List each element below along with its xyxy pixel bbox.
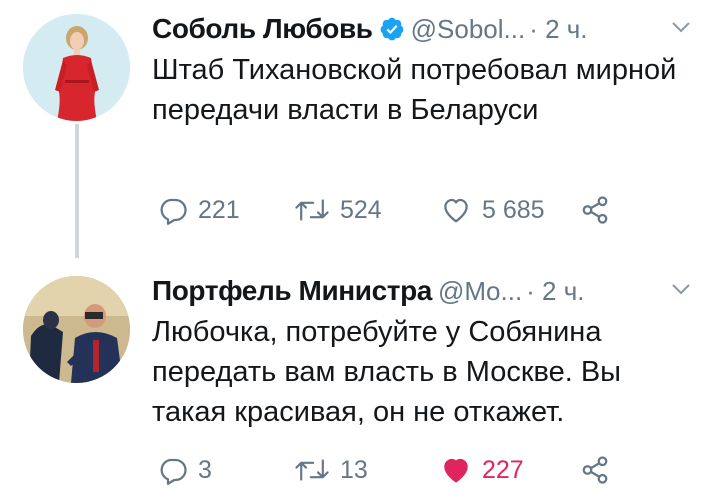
share-icon — [580, 195, 610, 225]
avatar[interactable] — [23, 14, 130, 121]
tweet-actions: 3 13 227 — [152, 450, 632, 490]
author-handle[interactable]: @Sobol... — [411, 14, 526, 45]
tweet[interactable]: Соболь Любовь @Sobol... · 2 ч. Штаб Тиха… — [0, 0, 720, 262]
tweet[interactable]: Портфель Министра @Mo... · 2 ч. Любочка,… — [0, 262, 720, 495]
retweet-button[interactable]: 524 — [294, 190, 382, 230]
author-name[interactable]: Соболь Любовь — [152, 13, 373, 45]
share-button[interactable] — [580, 450, 610, 490]
retweet-icon — [294, 195, 330, 225]
like-count: 227 — [482, 455, 524, 484]
retweet-button[interactable]: 13 — [294, 450, 368, 490]
retweet-icon — [294, 455, 330, 485]
avatar-image — [23, 276, 130, 383]
tweet-text: Любочка, потребуйте у Собянина передать … — [152, 316, 622, 428]
avatar[interactable] — [23, 276, 130, 383]
share-icon — [580, 455, 610, 485]
like-button[interactable]: 5 685 — [440, 190, 545, 230]
tweet-actions: 221 524 5 685 — [152, 190, 632, 230]
avatar-image — [23, 14, 130, 121]
author-handle[interactable]: @Mo... — [438, 276, 522, 307]
reply-count: 221 — [198, 195, 240, 224]
like-button[interactable]: 227 — [440, 450, 524, 490]
like-icon — [440, 455, 472, 485]
retweet-count: 524 — [340, 195, 382, 224]
tweet-timestamp[interactable]: · 2 ч. — [529, 14, 587, 45]
reply-count: 3 — [198, 455, 212, 484]
share-button[interactable] — [580, 190, 610, 230]
reply-button[interactable]: 3 — [158, 450, 212, 490]
tweet-header: Портфель Министра @Mo... · 2 ч. — [152, 272, 692, 310]
thread-connector-line — [75, 124, 79, 258]
chevron-down-icon[interactable] — [670, 16, 692, 38]
chevron-down-icon[interactable] — [670, 278, 692, 300]
verified-badge-icon — [379, 16, 405, 42]
retweet-count: 13 — [340, 455, 368, 484]
tweet-header: Соболь Любовь @Sobol... · 2 ч. — [152, 10, 692, 48]
tweet-text: Штаб Тихановской потребовал мирной перед… — [152, 54, 677, 126]
reply-icon — [158, 455, 188, 485]
tweet-timestamp[interactable]: · 2 ч. — [526, 276, 584, 307]
like-icon — [440, 195, 472, 225]
author-name[interactable]: Портфель Министра — [152, 275, 432, 307]
reply-button[interactable]: 221 — [158, 190, 240, 230]
reply-icon — [158, 195, 188, 225]
like-count: 5 685 — [482, 195, 545, 224]
